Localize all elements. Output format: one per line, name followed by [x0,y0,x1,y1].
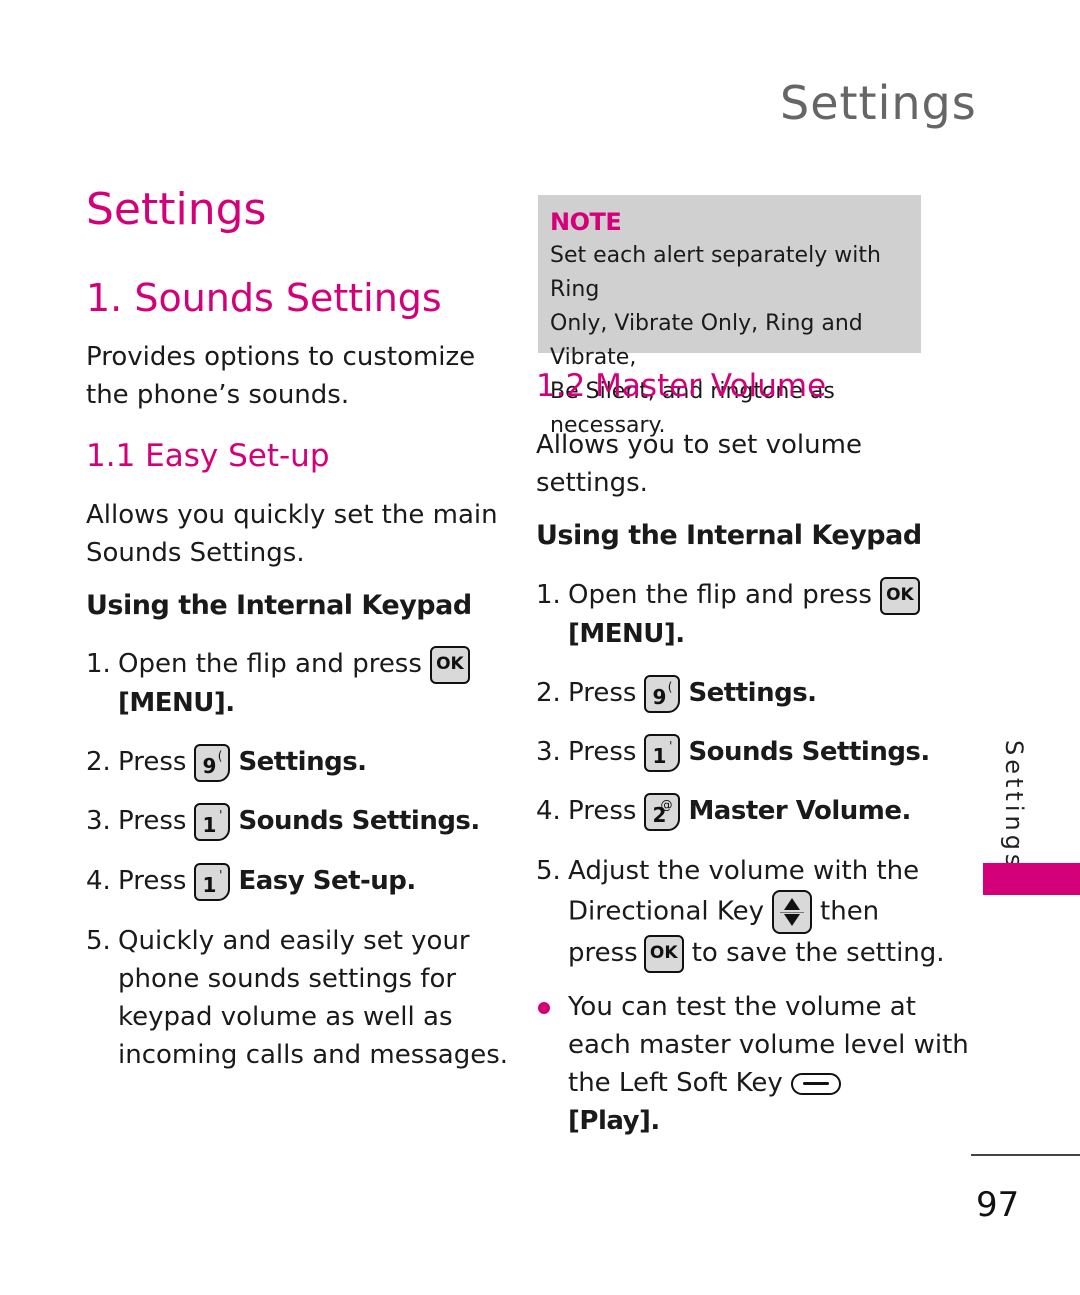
easy-setup-step-1: 1. Open the flip and press OK [MENU]. [86,645,478,722]
master-volume-title: 1.2 Master Volume [536,368,827,404]
ok-key-icon: OK [643,934,684,973]
master-volume-step-2: 2. Press 9(Settings. [536,674,817,713]
step-number: 4. [86,866,111,896]
key-9-icon: 9( [194,743,231,782]
play-label: [Play]. [568,1106,660,1136]
step-action: Sounds Settings. [238,806,480,836]
note-title: NOTE [550,208,622,236]
master-volume-step-1: 1. Open the flip and press OK [MENU]. [536,576,928,653]
left-soft-key-icon [790,1072,841,1095]
section-title: 1. Sounds Settings [86,276,442,320]
step-number: 3. [86,806,111,836]
step-text: keypad volume as well as [118,1002,453,1032]
description-line: Allows you quickly set the main [86,500,498,530]
side-tab-marker [983,863,1080,895]
step-text: Directional Key [568,896,765,927]
step-text: Press [118,806,187,836]
easy-setup-title: 1.1 Easy Set-up [86,438,330,474]
chapter-title: Settings [86,184,267,235]
ok-key-icon: OK [429,645,470,684]
description-line: Provides options to customize [86,342,476,372]
easy-setup-description: Allows you quickly set the main Sounds S… [86,496,498,572]
ok-key-icon: OK [879,576,920,615]
key-1-icon: 1 ' [194,862,231,901]
running-head: Settings [780,76,977,130]
description-line: Sounds Settings. [86,538,305,568]
step-text: Adjust the volume with the [568,856,920,886]
page-number: 97 [976,1185,1020,1225]
key-9-icon: 9( [644,674,681,713]
description-line: Allows you to set volume [536,430,862,460]
section-description: Provides options to customize the phone’… [86,338,475,414]
bullet-icon [538,1002,550,1014]
note-box: NOTE Set each alert separately with Ring… [538,195,921,438]
step-number: 4. [536,796,561,826]
step-text: Open the flip and press [118,649,422,679]
menu-label: [MENU]. [568,618,685,649]
step-number: 2. [86,747,111,777]
step-text: to save the setting. [691,938,945,968]
step-text: Quickly and easily set your [118,926,470,956]
step-text: Press [568,737,637,767]
step-action: Settings. [238,747,367,777]
easy-setup-step-2: 2. Press 9(Settings. [86,743,367,782]
step-action: Sounds Settings. [688,737,930,767]
key-1-icon: 1 ' [644,733,681,772]
master-volume-step-4: 4. Press 2 @ Master Volume. [536,792,911,831]
easy-setup-step-3: 3. Press 1 ' Sounds Settings. [86,802,480,841]
step-text: Press [568,796,637,826]
master-volume-description: Allows you to set volume settings. [536,426,862,502]
directional-key-icon [772,890,813,934]
step-number: 5. [536,856,561,886]
step-number: 3. [536,737,561,767]
master-volume-tip: You can test the volume at each master v… [536,988,969,1140]
master-volume-subhead: Using the Internal Keypad [536,520,922,551]
master-volume-step-3: 3. Press 1 ' Sounds Settings. [536,733,930,772]
key-1-icon: 1 ' [194,802,231,841]
tip-text: the Left Soft Key [568,1068,783,1098]
step-number: 2. [536,678,561,708]
step-text: Press [568,678,637,708]
step-text: phone sounds settings for [118,964,457,994]
description-line: the phone’s sounds. [86,380,350,410]
step-number: 1. [536,580,561,610]
step-number: 1. [86,649,111,679]
menu-label: [MENU]. [118,687,235,718]
step-action: Easy Set-up. [238,866,416,896]
step-text: press [568,938,638,968]
step-text: then [820,896,880,927]
key-2-icon: 2 @ [644,792,681,831]
step-action: Settings. [688,678,817,708]
easy-setup-subhead: Using the Internal Keypad [86,590,472,621]
tip-text: You can test the volume at [568,992,916,1022]
step-text: Open the flip and press [568,580,872,610]
footer-rule [971,1154,1080,1156]
note-line: Set each alert separately with Ring [550,243,881,302]
easy-setup-step-5: 5. Quickly and easily set your phone soun… [86,922,508,1074]
step-number: 5. [86,926,111,956]
step-text: incoming calls and messages. [118,1040,509,1070]
tip-text: each master volume level with [568,1030,969,1060]
side-tab-label: Settings [1000,740,1028,871]
step-text: Press [118,866,187,896]
description-line: settings. [536,468,648,498]
step-text: Press [118,747,187,777]
step-action: Master Volume. [688,796,911,826]
easy-setup-step-4: 4. Press 1 ' Easy Set-up. [86,862,416,901]
master-volume-step-5: 5. Adjust the volume with the Directional… [536,852,945,973]
note-line: Only, Vibrate Only, Ring and Vibrate, [550,311,863,370]
